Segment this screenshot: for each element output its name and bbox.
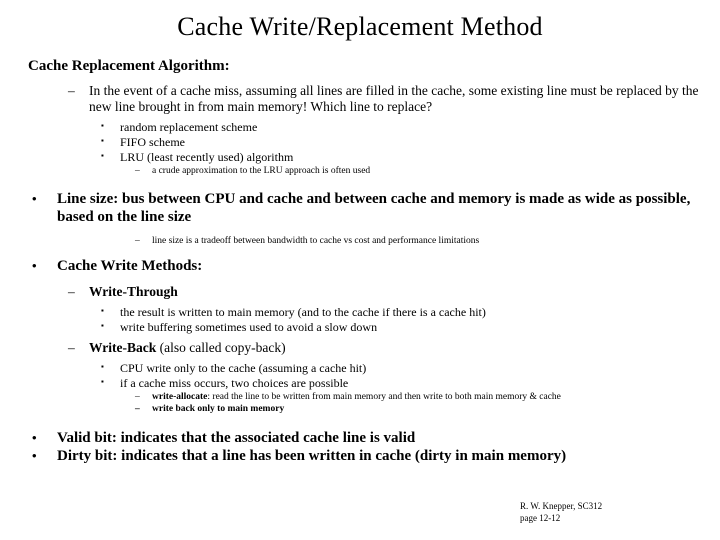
list-item-label: a crude approximation to the LRU approac… — [152, 166, 371, 177]
write-allocate-description: : read the line to be written from main … — [207, 392, 561, 403]
list-item-label: In the event of a cache miss, assuming a… — [89, 82, 699, 114]
write-through-term: Write-Through — [89, 283, 178, 299]
list-item-label: Dirty bit: indicates that a line has bee… — [57, 447, 567, 464]
list-item-cache-miss-choices: ▪ if a cache miss occurs, two choices ar… — [0, 376, 720, 391]
dash-bullet-icon: – — [135, 392, 140, 403]
list-item-cpu-write-cache: ▪ CPU write only to the cache (assuming … — [0, 361, 720, 376]
list-item-valid-bit: • Valid bit: indicates that the associat… — [0, 429, 720, 447]
dash-bullet-icon: – — [135, 236, 140, 247]
dash-bullet-icon: – — [68, 283, 75, 299]
list-item-cache-write-methods: • Cache Write Methods: — [0, 257, 720, 275]
dash-bullet-icon: – — [68, 82, 75, 98]
list-item-write-buffering: ▪ write buffering sometimes used to avoi… — [0, 320, 720, 335]
list-item-label: line size is a tradeoff between bandwidt… — [152, 236, 480, 247]
write-back-suffix: (also called copy-back) — [156, 339, 286, 355]
list-item-label: the result is written to main memory (an… — [120, 304, 486, 319]
list-item-label: Valid bit: indicates that the associated… — [57, 429, 416, 446]
list-item-write-through: – Write-Through — [0, 284, 720, 300]
list-item-replacement-detail: – In the event of a cache miss, assuming… — [0, 83, 720, 115]
dash-bullet-icon: – — [135, 166, 140, 177]
slide: Cache Write/Replacement Method Cache Rep… — [0, 0, 720, 540]
list-item-label: Write-Through — [89, 284, 720, 300]
list-item-lru-algorithm: ▪ LRU (least recently used) algorithm — [0, 150, 720, 165]
write-allocate-term: write-allocate — [152, 392, 208, 403]
square-bullet-icon: ▪ — [101, 136, 104, 146]
list-item-label: random replacement scheme — [120, 120, 258, 135]
list-item-fifo-scheme: ▪ FIFO scheme — [0, 135, 720, 150]
list-item-dirty-bit: • Dirty bit: indicates that a line has b… — [0, 447, 720, 465]
list-item-line-size-note: – line size is a tradeoff between bandwi… — [0, 235, 720, 247]
heading-cache-replacement-algorithm: Cache Replacement Algorithm: — [0, 58, 720, 76]
list-item-random-replacement: ▪ random replacement scheme — [0, 120, 720, 135]
dot-bullet-icon: • — [32, 429, 37, 445]
square-bullet-icon: ▪ — [101, 305, 104, 315]
slide-body: Cache Replacement Algorithm: – In the ev… — [0, 58, 720, 465]
square-bullet-icon: ▪ — [101, 320, 104, 330]
square-bullet-icon: ▪ — [101, 121, 104, 131]
list-item-write-through-result: ▪ the result is written to main memory (… — [0, 305, 720, 320]
list-item-label: if a cache miss occurs, two choices are … — [120, 376, 349, 391]
list-item-label: write back only to main memory — [152, 404, 285, 415]
list-item-label: FIFO scheme — [120, 135, 185, 150]
list-item-line-size: • Line size: bus between CPU and cache a… — [0, 190, 720, 226]
list-item-label: write buffering sometimes used to avoid … — [120, 319, 378, 334]
dot-bullet-icon: • — [32, 447, 37, 463]
write-back-term: Write-Back — [89, 339, 157, 355]
list-item-label: write-allocate: read the line to be writ… — [152, 391, 720, 403]
square-bullet-icon: ▪ — [101, 377, 104, 387]
list-item-label: LRU (least recently used) algorithm — [120, 150, 294, 165]
dash-bullet-icon: – — [135, 404, 140, 415]
list-item-label: Write-Back (also called copy-back) — [89, 340, 720, 356]
list-item-write-allocate: – write-allocate: read the line to be wr… — [0, 391, 720, 403]
list-item-label: CPU write only to the cache (assuming a … — [120, 361, 367, 376]
footer-page-number: page 12-12 — [520, 513, 561, 524]
dot-bullet-icon: • — [32, 191, 37, 207]
square-bullet-icon: ▪ — [101, 151, 104, 161]
heading-label: Cache Replacement Algorithm: — [28, 58, 230, 74]
list-item-lru-note: – a crude approximation to the LRU appro… — [0, 165, 720, 177]
list-item-label: Line size: bus between CPU and cache and… — [57, 191, 691, 226]
square-bullet-icon: ▪ — [101, 362, 104, 372]
footer: R. W. Knepper, SC312 page 12-12 — [520, 500, 602, 524]
dash-bullet-icon: – — [68, 339, 75, 355]
list-item-write-back-only: – write back only to main memory — [0, 403, 720, 415]
footer-author: R. W. Knepper, SC312 — [520, 501, 603, 511]
page-title: Cache Write/Replacement Method — [177, 12, 543, 41]
list-item-label: Cache Write Methods: — [57, 257, 203, 274]
dot-bullet-icon: • — [32, 257, 37, 273]
list-item-write-back: – Write-Back (also called copy-back) — [0, 340, 720, 356]
